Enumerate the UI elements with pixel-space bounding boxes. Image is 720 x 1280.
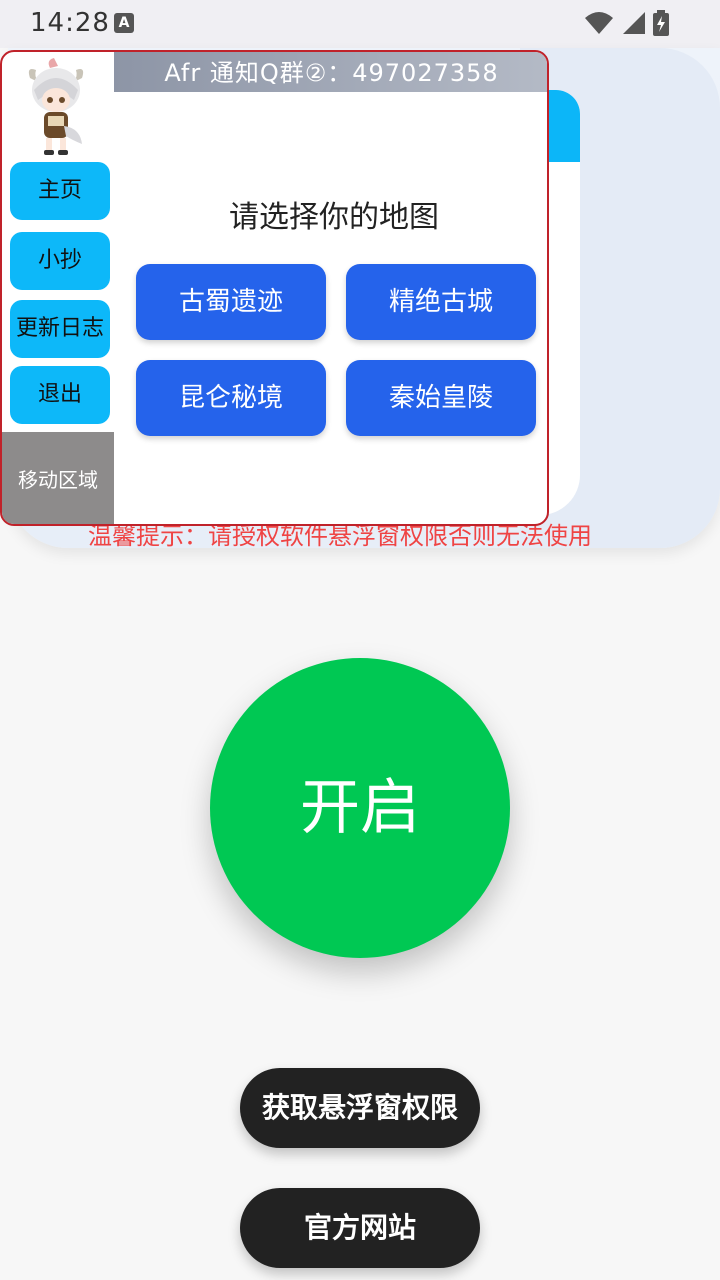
status-time: 14:28 <box>30 8 110 38</box>
map-select-title: 请选择你的地图 <box>229 200 439 235</box>
signal-icon <box>622 12 645 34</box>
avatar-icon <box>28 58 84 155</box>
map-button-qinshihuang[interactable]: 秦始皇陵 <box>346 360 536 436</box>
battery-icon <box>653 10 669 36</box>
notification-a-icon: A <box>114 13 134 33</box>
nav-exit-button[interactable]: 退出 <box>10 366 110 424</box>
get-overlay-permission-button[interactable]: 获取悬浮窗权限 <box>240 1068 480 1148</box>
status-icons <box>584 10 670 38</box>
map-button-gushu[interactable]: 古蜀遗迹 <box>136 264 326 340</box>
official-website-button[interactable]: 官方网站 <box>240 1188 480 1268</box>
map-button-jingjue[interactable]: 精绝古城 <box>346 264 536 340</box>
map-button-kunlun[interactable]: 昆仑秘境 <box>136 360 326 436</box>
wifi-icon <box>584 12 613 34</box>
floating-window: Afr 通知Q群②：497027358 主页 小抄 更新日志 退出 移动区域 请… <box>0 50 549 526</box>
status-bar: 14:28 A <box>0 0 720 48</box>
nav-changelog-button[interactable]: 更新日志 <box>10 300 110 358</box>
start-button[interactable]: 开启 <box>210 658 510 958</box>
nav-home-button[interactable]: 主页 <box>10 162 110 220</box>
move-area-handle[interactable]: 移动区域 <box>2 432 114 524</box>
floating-window-header: Afr 通知Q群②：497027358 <box>114 52 547 92</box>
nav-notes-button[interactable]: 小抄 <box>10 232 110 290</box>
